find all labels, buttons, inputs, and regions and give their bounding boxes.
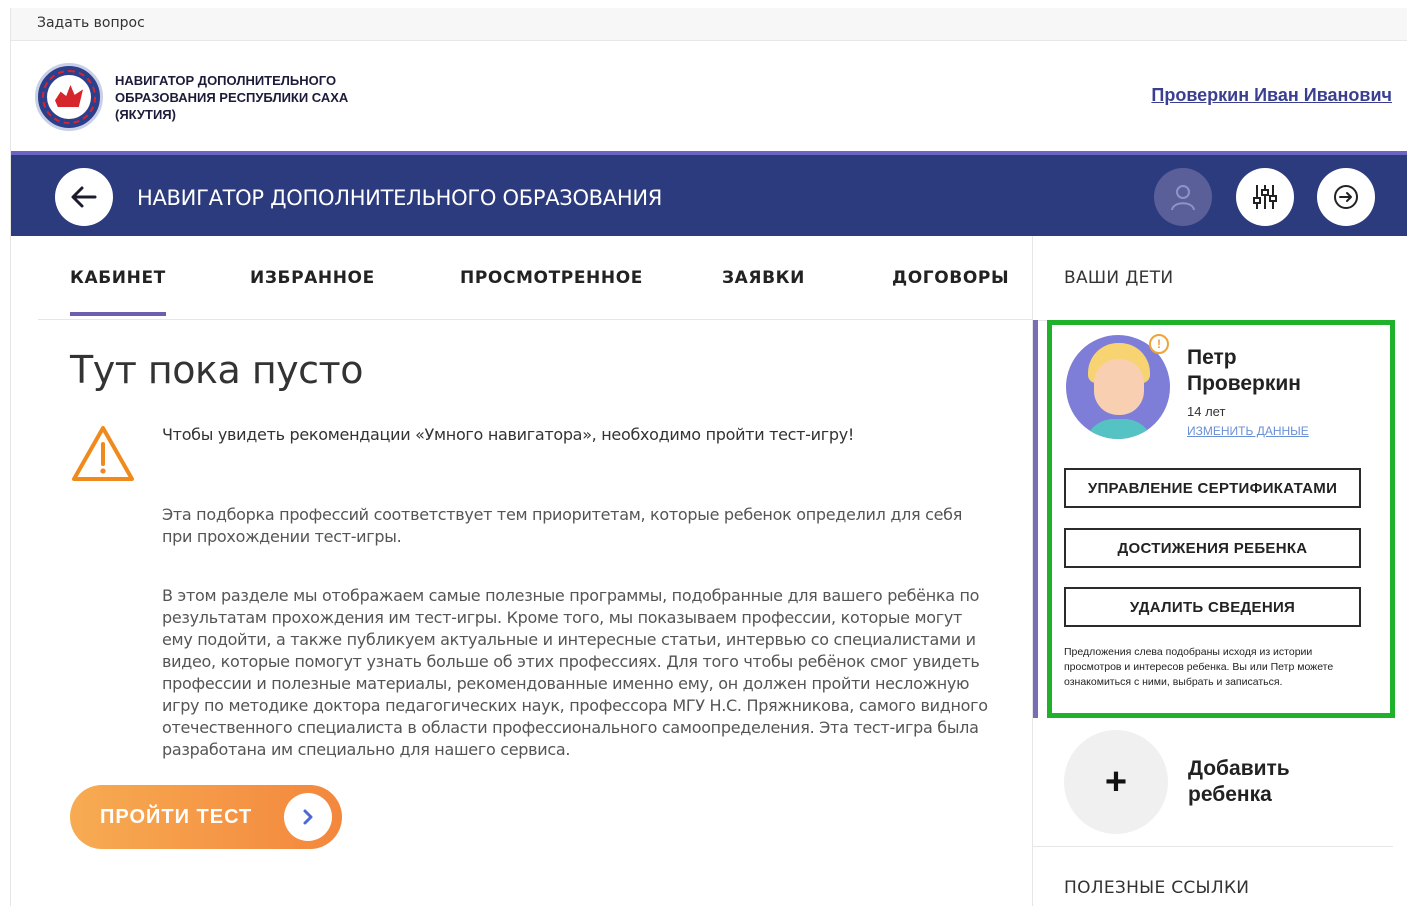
- sidebar: Ваши дети ! Петр Проверкин 14 лет измени…: [1033, 236, 1407, 906]
- alert-icon: !: [1149, 334, 1169, 354]
- arrow-left-icon: [71, 186, 97, 208]
- profile-button[interactable]: [1154, 168, 1212, 226]
- user-icon: [1171, 185, 1195, 211]
- edit-child-link[interactable]: изменить данные: [1187, 424, 1309, 438]
- tab-favorites[interactable]: Избранное: [250, 268, 375, 288]
- logout-button[interactable]: [1317, 168, 1375, 226]
- chevron-right-icon: [284, 793, 332, 841]
- take-test-button[interactable]: ПРОЙТИ ТЕСТ: [70, 785, 342, 849]
- divider: [1033, 846, 1393, 847]
- add-child-button[interactable]: + Добавить ребенка: [1064, 730, 1308, 834]
- navbar-title: НАВИГАТОР ДОПОЛНИТЕЛЬНОГО ОБРАЗОВАНИЯ: [137, 186, 663, 210]
- filter-icon: [1253, 185, 1277, 209]
- ask-question-link[interactable]: Задать вопрос: [37, 15, 145, 31]
- description-paragraph: В этом разделе мы отображаем самые полез…: [162, 586, 988, 759]
- main-content: Тут пока пусто Чтобы увидеть рекомендаци…: [38, 320, 1032, 906]
- manage-certificates-button[interactable]: Управление сертификатами: [1064, 468, 1361, 508]
- page-title: Тут пока пусто: [70, 348, 363, 392]
- take-test-label: ПРОЙТИ ТЕСТ: [100, 805, 253, 828]
- child-achievements-button[interactable]: Достижения ребенка: [1064, 528, 1361, 568]
- back-button[interactable]: [55, 168, 113, 226]
- child-note: Предложения слева подобраны исходя из ис…: [1064, 646, 1334, 688]
- top-bar: Задать вопрос: [11, 8, 1407, 41]
- page: Задать вопрос НАВИГАТОР ДОПОЛНИТЕЛЬНОГО …: [10, 8, 1407, 906]
- tab-applications[interactable]: Заявки: [722, 268, 805, 288]
- children-heading: Ваши дети: [1064, 268, 1174, 288]
- child-card: ! Петр Проверкин 14 лет изменить данные …: [1047, 320, 1395, 718]
- child-name: Петр Проверкин: [1187, 346, 1301, 395]
- delete-info-button[interactable]: Удалить сведения: [1064, 587, 1361, 627]
- child-age: 14 лет: [1187, 404, 1226, 419]
- description-paragraph: Эта подборка профессий соответствует тем…: [162, 505, 963, 546]
- user-profile-link[interactable]: Проверкин Иван Иванович: [1151, 85, 1392, 106]
- brand-title: НАВИГАТОР ДОПОЛНИТЕЛЬНОГО ОБРАЗОВАНИЯ РЕ…: [115, 72, 349, 122]
- plus-icon: +: [1064, 730, 1168, 834]
- brand[interactable]: НАВИГАТОР ДОПОЛНИТЕЛЬНОГО ОБРАЗОВАНИЯ РЕ…: [35, 63, 385, 131]
- tab-viewed[interactable]: Просмотренное: [460, 268, 643, 288]
- warning-text: Чтобы увидеть рекомендации «Умного навиг…: [162, 425, 854, 444]
- add-child-label: Добавить ребенка: [1188, 757, 1290, 806]
- cabinet-tabs: Кабинет Избранное Просмотренное Заявки Д…: [38, 236, 1032, 320]
- selected-child-indicator: [1033, 320, 1038, 718]
- logout-icon: [1334, 185, 1358, 209]
- republic-emblem-icon: [35, 63, 103, 131]
- tab-contracts[interactable]: Договоры: [892, 268, 1009, 288]
- filter-button[interactable]: [1236, 168, 1294, 226]
- useful-links-heading: Полезные ссылки: [1064, 878, 1250, 898]
- tab-cabinet[interactable]: Кабинет: [70, 268, 166, 316]
- warning-icon: [72, 426, 134, 481]
- main-navbar: НАВИГАТОР ДОПОЛНИТЕЛЬНОГО ОБРАЗОВАНИЯ: [11, 151, 1407, 236]
